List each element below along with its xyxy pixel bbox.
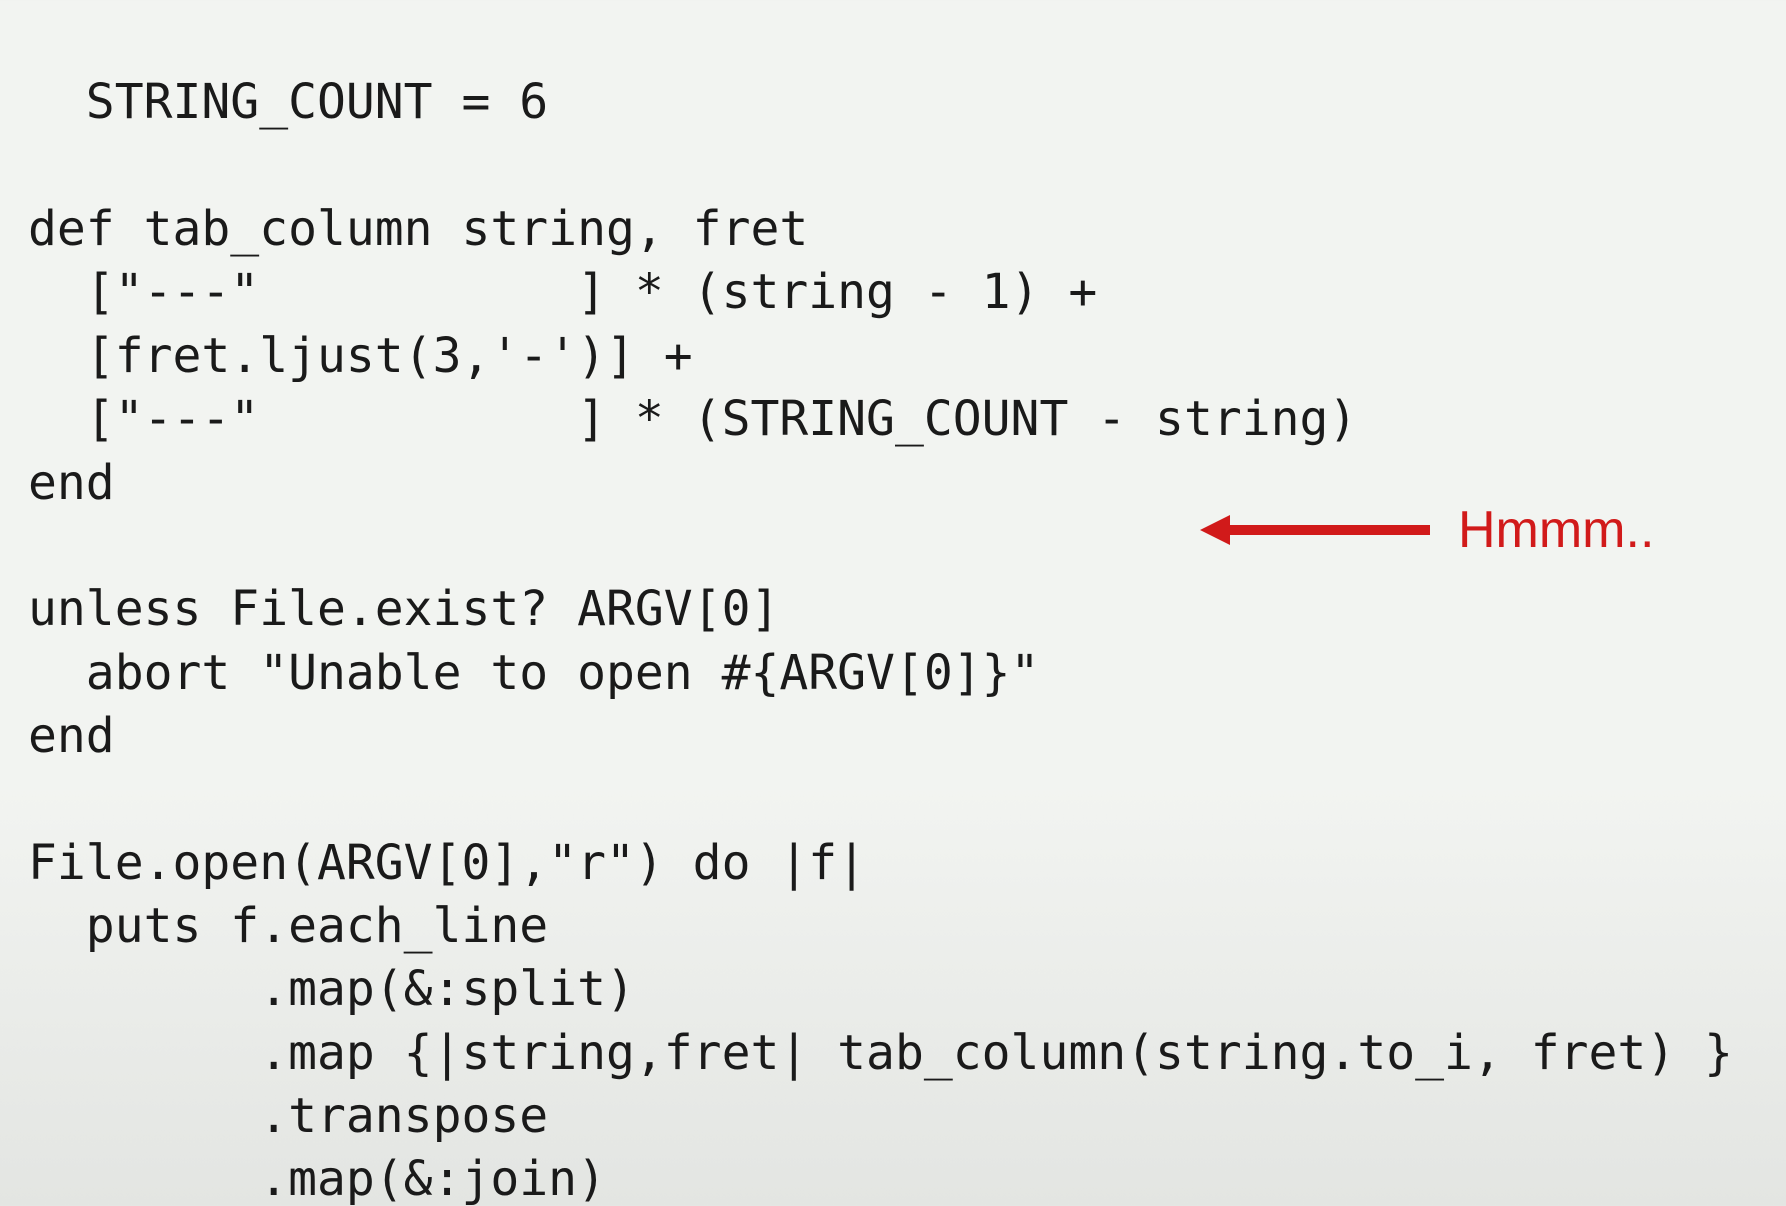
code-text: STRING_COUNT = 6 def tab_column string, … <box>28 74 1733 1206</box>
code-block: STRING_COUNT = 6 def tab_column string, … <box>28 8 1733 1206</box>
arrow-left-icon <box>1200 510 1430 550</box>
annotation-text: Hmmm.. <box>1458 496 1654 565</box>
annotation: Hmmm.. <box>1200 496 1654 565</box>
